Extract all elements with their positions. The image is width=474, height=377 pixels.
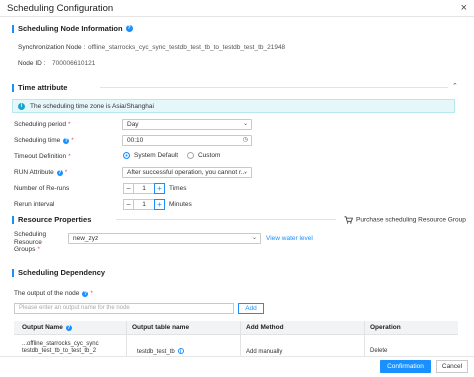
section-marker [12,24,14,33]
dependency-section-title: Scheduling Dependency [12,268,105,277]
window-title: Scheduling Configuration [7,3,114,14]
purchase-resource-link[interactable]: Purchase scheduling Resource Group [344,216,466,224]
run-label: RUN Attribute? * [14,169,68,176]
timeout-label-text: Timeout Definition [14,153,67,160]
divider [116,219,336,220]
add-output-button[interactable]: Add [238,303,264,314]
time-attr-title: Time attribute [18,83,68,92]
timeout-label: Timeout Definition * [14,153,71,160]
section-marker [12,268,14,277]
column-header-text: Output Name [22,324,63,331]
help-icon[interactable]: ? [82,291,89,297]
time-attr-section-title: Time attribute [12,83,67,92]
confirm-button[interactable]: Confirmation [380,360,431,373]
dialog-body: Scheduling Node Information ? Synchroniz… [0,17,474,356]
time-label-text: Scheduling time [14,137,61,144]
rerun-interval-unit: Minutes [169,201,192,208]
reruns-label: Number of Re-runs [14,185,70,192]
view-water-level-link[interactable]: View water level [266,235,313,242]
timezone-text: The scheduling time zone is Asia/Shangha… [30,102,154,110]
info-icon: i [18,102,25,110]
period-value: Day [127,121,139,128]
output-label-text: The output of the node [14,290,80,297]
cancel-button[interactable]: Cancel [436,360,468,373]
sync-node-label: Synchronization Node : [18,44,86,51]
output-table: Output Name? Output table name Add Metho… [14,321,458,356]
resource-group-value: new_zyz [73,235,99,242]
delete-link[interactable]: Delete [370,348,387,355]
resource-group-select[interactable]: new_zyz ⌄ [68,233,261,244]
output-name-line1: ...offline_starrocks_cyc_sync [22,341,99,347]
output-name-input[interactable]: Please enter an output name for the node [14,303,234,314]
reruns-unit: Times [169,185,187,192]
help-icon[interactable]: ? [125,25,133,32]
column-divider [240,321,241,356]
dependency-title: Scheduling Dependency [18,268,106,277]
radio-dot-selected [123,152,130,159]
run-value: After successful operation, you cannot r… [127,169,247,176]
time-value: 00:10 [127,137,144,144]
row-table-name: testdb_test_tb i [137,348,184,356]
period-label: Scheduling period * [14,121,71,128]
chevron-down-icon: ⌄ [242,121,248,127]
help-icon[interactable]: ? [65,324,72,331]
run-attribute-select[interactable]: After successful operation, you cannot r… [122,167,252,178]
rerun-interval-stepper: − 1 + Minutes [123,199,192,210]
time-label: Scheduling time? * [14,137,74,144]
plus-button[interactable]: + [154,199,165,210]
radio-label: Custom [198,152,221,159]
clock-icon: ◷ [242,137,248,143]
node-id-value: 700006610121 [52,60,96,67]
chevron-down-icon: ⌄ [242,169,248,175]
resource-group-label-text: Scheduling Resource Groups [14,231,47,253]
node-info-title: Scheduling Node Information [18,24,123,33]
resource-section-title: Resource Properties [12,215,91,224]
column-divider [126,321,127,356]
dialog-footer: Confirmation Cancel [0,356,474,377]
output-name-line2: testdb_test_tb_to_test_tb_2 [22,348,97,354]
reruns-stepper: − 1 + Times [123,183,186,194]
help-icon[interactable]: ? [63,138,70,144]
sync-node-link[interactable]: offline_starrocks_cyc_sync_testdb_test_t… [88,44,285,51]
column-header-output-name: Output Name? [22,324,72,331]
radio-custom[interactable]: Custom [187,152,220,159]
minus-button[interactable]: − [123,183,134,194]
minus-button[interactable]: − [123,199,134,210]
column-header-add-method: Add Method [246,324,284,331]
purchase-text: Purchase scheduling Resource Group [356,216,466,224]
column-header-operation: Operation [370,324,401,331]
radio-dot [187,152,194,159]
radio-label: System Default [134,152,179,159]
cart-icon [344,216,353,224]
section-marker [12,215,14,224]
node-info-section-title: Scheduling Node Information ? [12,24,133,33]
chevron-down-icon: ⌄ [251,235,257,241]
rerun-interval-value[interactable]: 1 [134,199,154,210]
row-output-name: ...offline_starrocks_cyc_sync testdb_test… [22,341,122,355]
collapse-icon[interactable]: ⌃ [452,82,458,90]
section-marker [12,83,14,92]
radio-system-default[interactable]: System Default [123,152,178,159]
title-bar: Scheduling Configuration × [0,0,474,17]
column-divider [364,321,365,356]
plus-button[interactable]: + [154,183,165,194]
row-add-method: Add manually [246,349,283,355]
column-header-table-name: Output table name [132,324,190,331]
close-icon[interactable]: × [461,2,467,14]
rerun-interval-label: Rerun interval [14,201,55,208]
info-icon[interactable]: i [177,348,184,355]
run-label-text: RUN Attribute [14,169,54,176]
output-label: The output of the node? * [14,290,93,297]
table-name-text: testdb_test_tb [137,349,175,355]
timezone-banner: i The scheduling time zone is Asia/Shang… [12,99,455,113]
divider [100,87,448,88]
help-icon[interactable]: ? [56,170,63,176]
period-select[interactable]: Day ⌄ [122,119,252,130]
time-picker[interactable]: 00:10 ◷ [122,135,252,146]
resource-group-label: Scheduling Resource Groups * [14,231,47,253]
resource-title: Resource Properties [18,215,92,224]
node-id-label: Node ID : [18,60,46,67]
period-label-text: Scheduling period [14,121,67,128]
reruns-value[interactable]: 1 [134,183,154,194]
